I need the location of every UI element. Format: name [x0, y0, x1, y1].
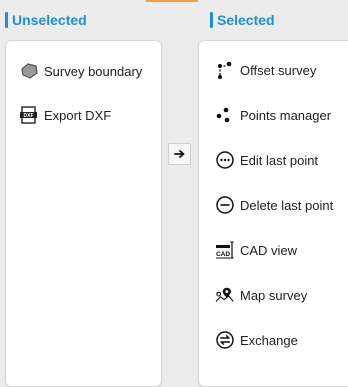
unselected-list: Survey boundary DXF Export DXF [5, 40, 162, 387]
list-item-delete-last-point[interactable]: Delete last point [215, 192, 348, 218]
list-item-label: Offset survey [240, 62, 317, 78]
list-item-label: Survey boundary [44, 63, 143, 79]
selected-header: Selected [210, 10, 275, 30]
list-item-cad-view[interactable]: CAD CAD view [215, 237, 348, 263]
list-item-label: Delete last point [240, 197, 334, 213]
offset-survey-icon [215, 60, 235, 80]
move-right-button[interactable] [168, 143, 191, 165]
list-item-map-survey[interactable]: Map survey [215, 282, 348, 308]
delete-last-point-icon [215, 195, 235, 215]
header-marker [5, 12, 8, 28]
points-manager-icon [215, 105, 235, 125]
list-item-label: Exchange [240, 332, 298, 348]
unselected-header: Unselected [5, 10, 87, 30]
unselected-title: Unselected [12, 12, 87, 28]
cad-view-icon: CAD [215, 240, 235, 260]
list-item-label: Edit last point [240, 152, 319, 168]
list-item-edit-last-point[interactable]: Edit last point [215, 147, 348, 173]
list-item-offset-survey[interactable]: Offset survey [215, 57, 348, 83]
list-item-label: Export DXF [44, 107, 112, 123]
list-item-export-dxf[interactable]: DXF Export DXF [19, 102, 161, 128]
list-item-label: CAD view [240, 242, 298, 258]
svg-text:CAD: CAD [216, 251, 230, 258]
list-item-survey-boundary[interactable]: Survey boundary [19, 58, 161, 84]
list-item-label: Points manager [240, 107, 332, 123]
list-item-points-manager[interactable]: Points manager [215, 102, 348, 128]
edit-last-point-icon [215, 150, 235, 170]
exchange-icon [215, 330, 235, 350]
selected-list: Offset survey Points manager Edit last p… [198, 40, 348, 387]
list-item-exchange[interactable]: Exchange [215, 327, 348, 353]
survey-boundary-icon [19, 61, 39, 81]
map-survey-icon [215, 285, 235, 305]
dxf-file-icon: DXF [19, 105, 39, 125]
header-marker [210, 12, 213, 28]
svg-text:DXF: DXF [24, 113, 34, 119]
arrow-right-icon [173, 150, 184, 158]
list-item-label: Map survey [240, 287, 308, 303]
selected-title: Selected [217, 12, 275, 28]
top-accent-line [146, 0, 198, 2]
